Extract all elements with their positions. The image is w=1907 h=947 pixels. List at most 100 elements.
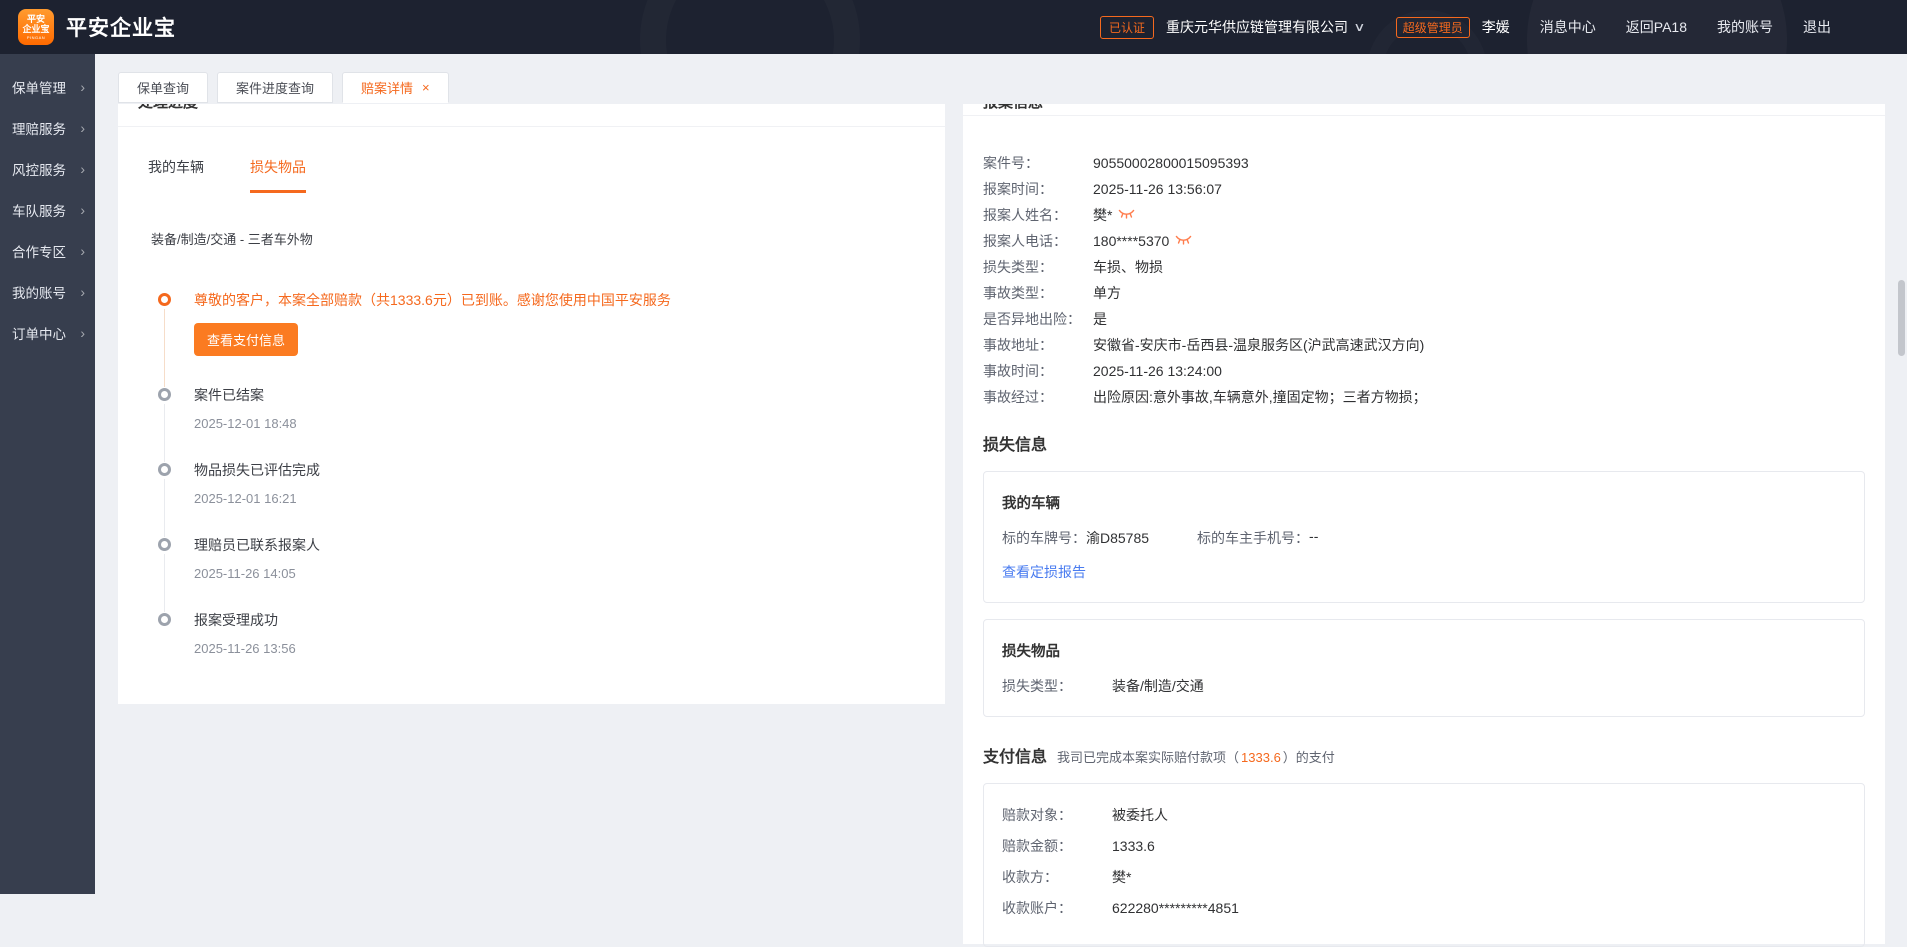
- payment-section-title: 支付信息: [983, 743, 1047, 767]
- goods-loss-type: 装备/制造/交通: [1112, 676, 1204, 696]
- report-fields: 案件号： 90550002800015095393 报案时间： 2025-11-…: [983, 156, 1865, 405]
- tab-label: 保单查询: [137, 78, 189, 97]
- field-payee: 收款方： 樊*: [1002, 870, 1846, 885]
- tab-label: 赔案详情: [361, 78, 413, 97]
- field-accident-address: 事故地址： 安徽省-安庆市-岳西县-温泉服务区(沪武高速武汉方向): [983, 338, 1865, 353]
- timeline-dot: [158, 388, 171, 401]
- report-detail-panel: 报案信息 案件号： 90550002800015095393 报案时间： 202…: [963, 104, 1885, 944]
- timeline-title: 理赔员已联系报案人: [194, 535, 945, 555]
- timeline-time: 2025-11-26 14:05: [194, 566, 945, 581]
- chevron-right-icon: ›: [80, 325, 85, 341]
- timeline-item-payment-arrived: 尊敬的客户，本案全部赔款（共1333.6元）已到账。感谢您使用中国平安服务 查看…: [158, 290, 945, 385]
- divider: [118, 126, 945, 127]
- payment-note: 我司已完成本案实际赔付款项（1333.6）的支付: [1057, 747, 1335, 766]
- top-navbar: 平安 企业宝 PINGAN 平安企业宝 已认证 重庆元华供应链管理有限公司 ∨ …: [0, 0, 1907, 54]
- field-accident-type: 事故类型： 单方: [983, 286, 1865, 301]
- sidebar-item-partner-zone[interactable]: 合作专区 ›: [0, 230, 95, 271]
- sidebar-item-label: 我的账号: [12, 282, 66, 302]
- payment-section-header: 支付信息 我司已完成本案实际赔付款项（1333.6）的支付: [983, 743, 1865, 767]
- tab-case-progress-query[interactable]: 案件进度查询: [217, 72, 333, 103]
- sidebar-item-claims-service[interactable]: 理赔服务 ›: [0, 107, 95, 148]
- timeline-title: 案件已结案: [194, 385, 945, 405]
- navbar-right: 已认证 重庆元华供应链管理有限公司 ∨ 超级管理员 李媛 消息中心 返回PA18…: [1100, 16, 1831, 39]
- app-logo-text: 企业宝: [22, 25, 49, 34]
- company-name: 重庆元华供应链管理有限公司: [1166, 17, 1348, 37]
- tab-lost-goods[interactable]: 损失物品: [250, 157, 306, 193]
- sidebar-item-label: 合作专区: [12, 241, 66, 261]
- divider: [963, 115, 1885, 116]
- vehicle-card-row: 标的车牌号： 渝D85785 标的车主手机号： --: [1002, 528, 1846, 548]
- payment-card: 赔款对象： 被委托人 赔款金额： 1333.6 收款方： 樊* 收款账户： 62…: [983, 783, 1865, 947]
- app-logo[interactable]: 平安 企业宝 PINGAN: [18, 9, 54, 45]
- company-selector[interactable]: 重庆元华供应链管理有限公司 ∨: [1166, 17, 1364, 37]
- timeline-connector: [164, 554, 165, 612]
- field-payee-account: 收款账户： 622280*********4851: [1002, 901, 1846, 916]
- timeline-title: 报案受理成功: [194, 610, 945, 630]
- timeline-item-report-accepted: 报案受理成功 2025-11-26 13:56: [158, 610, 945, 656]
- tab-my-vehicle[interactable]: 我的车辆: [148, 157, 204, 193]
- timeline-message: 尊敬的客户，本案全部赔款（共1333.6元）已到账。感谢您使用中国平安服务: [194, 290, 945, 310]
- nav-link-message-center[interactable]: 消息中心: [1540, 17, 1596, 37]
- timeline-item-adjuster-contacted: 理赔员已联系报案人 2025-11-26 14:05: [158, 535, 945, 610]
- field-reporter-phone: 报案人电话： 180****5370: [983, 234, 1865, 249]
- progress-panel: 处理进度 我的车辆 损失物品 装备/制造/交通 - 三者车外物 尊敬的客户，本案…: [118, 104, 945, 704]
- chevron-down-icon: ∨: [1353, 20, 1365, 34]
- sidebar-item-label: 风控服务: [12, 159, 66, 179]
- timeline-dot: [158, 463, 171, 476]
- tab-policy-query[interactable]: 保单查询: [118, 72, 208, 103]
- scrollbar-thumb[interactable]: [1898, 280, 1905, 356]
- field-case-number: 案件号： 90550002800015095393: [983, 156, 1865, 171]
- app-logo-text: 平安: [27, 15, 45, 24]
- chevron-right-icon: ›: [80, 284, 85, 300]
- field-payment-target: 赔款对象： 被委托人: [1002, 808, 1846, 823]
- lost-goods-card: 损失物品 损失类型： 装备/制造/交通: [983, 619, 1865, 717]
- owner-phone: --: [1309, 528, 1318, 548]
- view-damage-report-link[interactable]: 查看定损报告: [1002, 562, 1086, 582]
- sidebar-item-policy-management[interactable]: 保单管理 ›: [0, 66, 95, 107]
- plate-number: 渝D85785: [1086, 528, 1149, 548]
- page-tabbar: 保单查询 案件进度查询 赔案详情 ×: [118, 72, 449, 103]
- timeline-title: 物品损失已评估完成: [194, 460, 945, 480]
- timeline-time: 2025-12-01 16:21: [194, 491, 945, 506]
- sidebar-item-my-account[interactable]: 我的账号 ›: [0, 271, 95, 312]
- nav-link-logout[interactable]: 退出: [1803, 17, 1831, 37]
- chevron-right-icon: ›: [80, 79, 85, 95]
- sidebar-item-label: 车队服务: [12, 200, 66, 220]
- goods-card-title: 损失物品: [1002, 640, 1846, 661]
- masked-eye-icon[interactable]: [1175, 234, 1192, 249]
- timeline-connector: [164, 404, 165, 462]
- timeline-item-case-closed: 案件已结案 2025-12-01 18:48: [158, 385, 945, 460]
- nav-link-back-pa18[interactable]: 返回PA18: [1626, 17, 1687, 37]
- app-title: 平安企业宝: [66, 12, 176, 42]
- field-accident-time: 事故时间： 2025-11-26 13:24:00: [983, 364, 1865, 379]
- timeline-dot-current: [158, 293, 171, 306]
- timeline-time: 2025-11-26 13:56: [194, 641, 945, 656]
- navbar-decoration: [640, 0, 860, 54]
- loss-info-section-title: 损失信息: [983, 431, 1865, 455]
- tab-claim-detail[interactable]: 赔案详情 ×: [342, 72, 449, 103]
- masked-eye-icon[interactable]: [1118, 208, 1135, 223]
- chevron-right-icon: ›: [80, 243, 85, 259]
- progress-panel-clipped-title: 处理进度: [118, 104, 945, 113]
- payment-amount: 1333.6: [1239, 750, 1283, 765]
- goods-card-row: 损失类型： 装备/制造/交通: [1002, 676, 1846, 696]
- field-reporter-name: 报案人姓名： 樊*: [983, 208, 1865, 223]
- view-payment-info-button[interactable]: 查看支付信息: [194, 323, 298, 356]
- verified-badge: 已认证: [1100, 16, 1154, 39]
- timeline-dot: [158, 538, 171, 551]
- sidebar-item-risk-control[interactable]: 风控服务 ›: [0, 148, 95, 189]
- sidebar-item-label: 订单中心: [12, 323, 66, 343]
- field-loss-type: 损失类型： 车损、物损: [983, 260, 1865, 275]
- sidebar-item-fleet-service[interactable]: 车队服务 ›: [0, 189, 95, 230]
- user-name[interactable]: 李媛: [1482, 17, 1510, 37]
- nav-link-my-account[interactable]: 我的账号: [1717, 17, 1773, 37]
- timeline-dot: [158, 613, 171, 626]
- field-out-of-area: 是否异地出险： 是: [983, 312, 1865, 327]
- field-report-time: 报案时间： 2025-11-26 13:56:07: [983, 182, 1865, 197]
- close-icon[interactable]: ×: [422, 80, 430, 95]
- my-vehicle-card: 我的车辆 标的车牌号： 渝D85785 标的车主手机号： -- 查看定损报告: [983, 471, 1865, 603]
- loss-category-label: 装备/制造/交通 - 三者车外物: [151, 229, 945, 248]
- sidebar-item-order-center[interactable]: 订单中心 ›: [0, 312, 95, 353]
- report-panel-clipped-title: 报案信息: [963, 104, 1885, 113]
- sidebar-item-label: 保单管理: [12, 77, 66, 97]
